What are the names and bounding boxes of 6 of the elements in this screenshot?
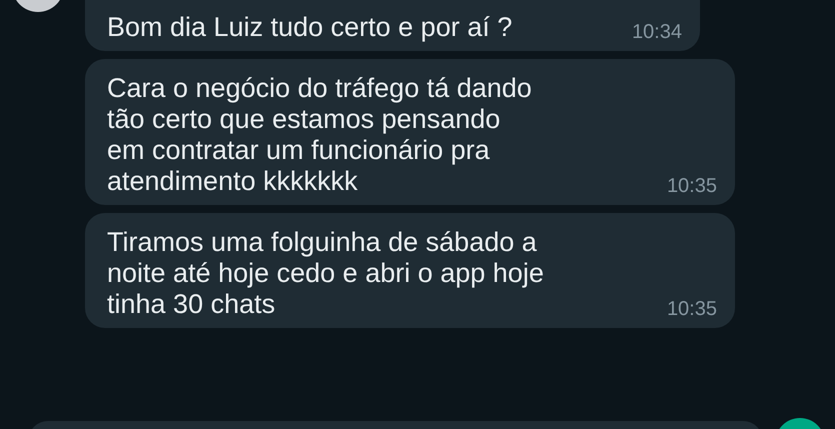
message-text: Tiramos uma folguinha de sábado a noite até hoje cedo e abri o app hoje tinha 30 chats (107, 227, 545, 320)
message-text: Bom dia Luiz tudo certo e por aí ? (107, 12, 514, 43)
message-text: Cara o negócio do tráfego tá dando tão certo que estamos pensando em contratar um funcionário pra atendimento kkkkkkk (107, 73, 533, 197)
message-time: 10:35 (666, 175, 717, 197)
message-time: 10:35 (666, 298, 717, 320)
message-time: 10:34 (632, 21, 682, 43)
